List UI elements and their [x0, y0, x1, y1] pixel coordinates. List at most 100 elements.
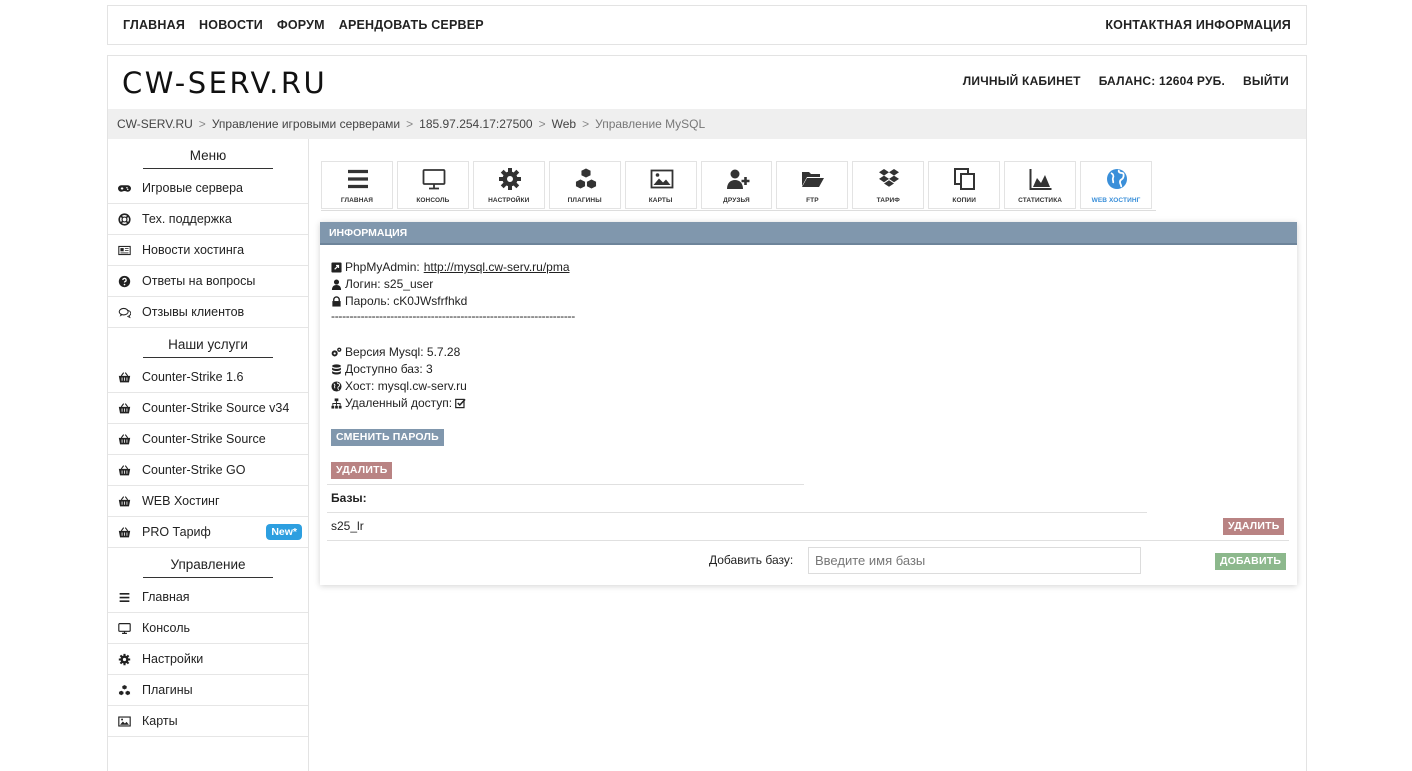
gear-icon [118, 653, 131, 666]
breadcrumb: CW-SERV.RU > Управление игровыми серверам… [108, 109, 1306, 139]
divider [327, 484, 804, 485]
sidebar-item-cs16[interactable]: Counter-Strike 1.6 [108, 362, 308, 393]
folder-open-icon [802, 172, 825, 187]
breadcrumb-item[interactable]: Управление игровыми серверами [212, 117, 400, 131]
image-icon [650, 169, 674, 189]
main-container: CW-SERV.RU ЛИЧНЫЙ КАБИНЕТ БАЛАНС: 12604 … [107, 55, 1307, 771]
sidebar-item-css[interactable]: Counter-Strike Source [108, 424, 308, 455]
sidebar-item-label: WEB Хостинг [142, 494, 220, 508]
breadcrumb-item[interactable]: Web [552, 117, 576, 131]
sidebar-item-label: Counter-Strike Source [142, 432, 266, 446]
image-icon [118, 715, 131, 728]
basket-icon [118, 495, 131, 508]
remote-text: Удаленный доступ: [345, 396, 453, 410]
cubes-icon [118, 684, 131, 697]
password-text: Пароль: cK0JWsfrfhkd [345, 294, 468, 308]
sidebar-item-csgo[interactable]: Counter-Strike GO [108, 455, 308, 486]
nav-home-link[interactable]: ГЛАВНАЯ [123, 18, 185, 32]
delete-database-button[interactable]: УДАЛИТЬ [1223, 518, 1285, 535]
sidebar-item-css-v34[interactable]: Counter-Strike Source v34 [108, 393, 308, 424]
sidebar-item-label: Counter-Strike GO [142, 463, 246, 477]
sidebar-item-label: Отзывы клиентов [142, 305, 245, 319]
remote-line: Удаленный доступ: [331, 396, 469, 410]
sidebar-item-faq[interactable]: Ответы на вопросы [108, 266, 308, 297]
basket-icon [118, 402, 131, 415]
sidebar-item-label: PRO Тариф [142, 525, 211, 539]
user-icon [331, 278, 342, 290]
sidebar-item-pro-tariff[interactable]: PRO Тариф New* [108, 517, 308, 548]
tool-home[interactable]: ГЛАВНАЯ [321, 161, 393, 209]
available-line: Доступно баз: 3 [331, 362, 433, 376]
globe-icon [1107, 169, 1128, 189]
account-bar: ЛИЧНЫЙ КАБИНЕТ БАЛАНС: 12604 РУБ. ВЫЙТИ [945, 74, 1289, 88]
tool-web-hosting[interactable]: WEB ХОСТИНГ [1080, 161, 1152, 209]
sidebar: Меню Игровые сервера Тех. поддержка Ново… [108, 139, 309, 771]
tool-console[interactable]: КОНСОЛЬ [396, 161, 469, 209]
breadcrumb-item[interactable]: 185.97.254.17:27500 [419, 117, 532, 131]
phpmyadmin-line: PhpMyAdmin: http://mysql.cw-serv.ru/pma [331, 260, 570, 274]
version-text: Версия Mysql: 5.7.28 [345, 345, 461, 359]
bars-icon [118, 591, 131, 604]
tool-settings[interactable]: НАСТРОЙКИ [472, 161, 545, 209]
sidebar-item-settings[interactable]: Настройки [108, 644, 308, 675]
panel-title: ИНФОРМАЦИЯ [320, 222, 1297, 245]
dropbox-icon [879, 169, 900, 187]
site-header: CW-SERV.RU ЛИЧНЫЙ КАБИНЕТ БАЛАНС: 12604 … [108, 56, 1306, 109]
nav-rent-server-link[interactable]: АРЕНДОВАТЬ СЕРВЕР [339, 18, 484, 32]
sidebar-item-plugins[interactable]: Плагины [108, 675, 308, 706]
database-name: s25_lr [331, 519, 364, 533]
gear-icon [498, 168, 521, 190]
balance-text: БАЛАНС: 12604 РУБ. [1098, 74, 1225, 88]
available-text: Доступно баз: 3 [345, 362, 433, 376]
database-name-input[interactable] [808, 547, 1141, 574]
gears-icon [331, 347, 342, 356]
logout-link[interactable]: ВЫЙТИ [1243, 74, 1289, 88]
tool-tariff[interactable]: ТАРИФ [852, 161, 925, 209]
tool-statistics[interactable]: СТАТИСТИКА [1004, 161, 1077, 209]
sidebar-item-news[interactable]: Новости хостинга [108, 235, 308, 266]
breadcrumb-item[interactable]: CW-SERV.RU [117, 117, 193, 131]
sidebar-item-web-hosting[interactable]: WEB Хостинг [108, 486, 308, 517]
sidebar-item-reviews[interactable]: Отзывы клиентов [108, 297, 308, 328]
basket-icon [118, 371, 131, 384]
external-link-icon [331, 261, 342, 273]
site-logo[interactable]: CW-SERV.RU [122, 66, 327, 100]
add-database-button[interactable]: ДОБАВИТЬ [1215, 553, 1287, 570]
nav-contact-link[interactable]: КОНТАКТНАЯ ИНФОРМАЦИЯ [1105, 18, 1291, 32]
cabinet-link[interactable]: ЛИЧНЫЙ КАБИНЕТ [963, 74, 1081, 88]
sidebar-services-heading: Наши услуги [108, 328, 308, 362]
tool-backups[interactable]: КОПИИ [928, 161, 1001, 209]
divider [327, 540, 1289, 541]
user-plus-icon [726, 169, 750, 189]
sidebar-item-label: Counter-Strike Source v34 [142, 401, 290, 415]
sidebar-item-game-servers[interactable]: Игровые сервера [108, 173, 308, 204]
phpmyadmin-link[interactable]: http://mysql.cw-serv.ru/pma [424, 260, 570, 274]
area-chart-icon [1029, 169, 1052, 190]
tool-friends[interactable]: ДРУЗЬЯ [700, 161, 773, 209]
monitor-icon [118, 622, 131, 635]
top-navigation: ГЛАВНАЯ НОВОСТИ ФОРУМ АРЕНДОВАТЬ СЕРВЕР … [107, 5, 1307, 45]
delete-user-button[interactable]: УДАЛИТЬ [331, 462, 393, 479]
password-line: Пароль: cK0JWsfrfhkd [331, 294, 467, 308]
comments-icon [118, 306, 131, 319]
sidebar-item-label: Новости хостинга [142, 243, 245, 257]
host-line: Хост: mysql.cw-serv.ru [331, 379, 467, 393]
divider [327, 512, 1147, 513]
tool-ftp[interactable]: FTP [776, 161, 849, 209]
sidebar-item-label: Карты [142, 714, 178, 728]
sitemap-icon [331, 397, 342, 409]
sidebar-item-console[interactable]: Консоль [108, 613, 308, 644]
sidebar-item-maps[interactable]: Карты [108, 706, 308, 737]
change-password-button[interactable]: СМЕНИТЬ ПАРОЛЬ [331, 429, 444, 446]
sidebar-item-main[interactable]: Главная [108, 582, 308, 613]
cubes-icon [574, 167, 597, 190]
sidebar-item-support[interactable]: Тех. поддержка [108, 204, 308, 235]
tool-plugins[interactable]: ПЛАГИНЫ [548, 161, 621, 209]
tool-maps[interactable]: КАРТЫ [624, 161, 697, 209]
bars-icon [348, 169, 368, 189]
gamepad-icon [118, 182, 131, 195]
nav-forum-link[interactable]: ФОРУМ [277, 18, 325, 32]
sidebar-manage-heading: Управление [108, 548, 308, 582]
info-panel: ИНФОРМАЦИЯ PhpMyAdmin: http://mysql.cw-s… [320, 222, 1297, 585]
nav-news-link[interactable]: НОВОСТИ [199, 18, 263, 32]
